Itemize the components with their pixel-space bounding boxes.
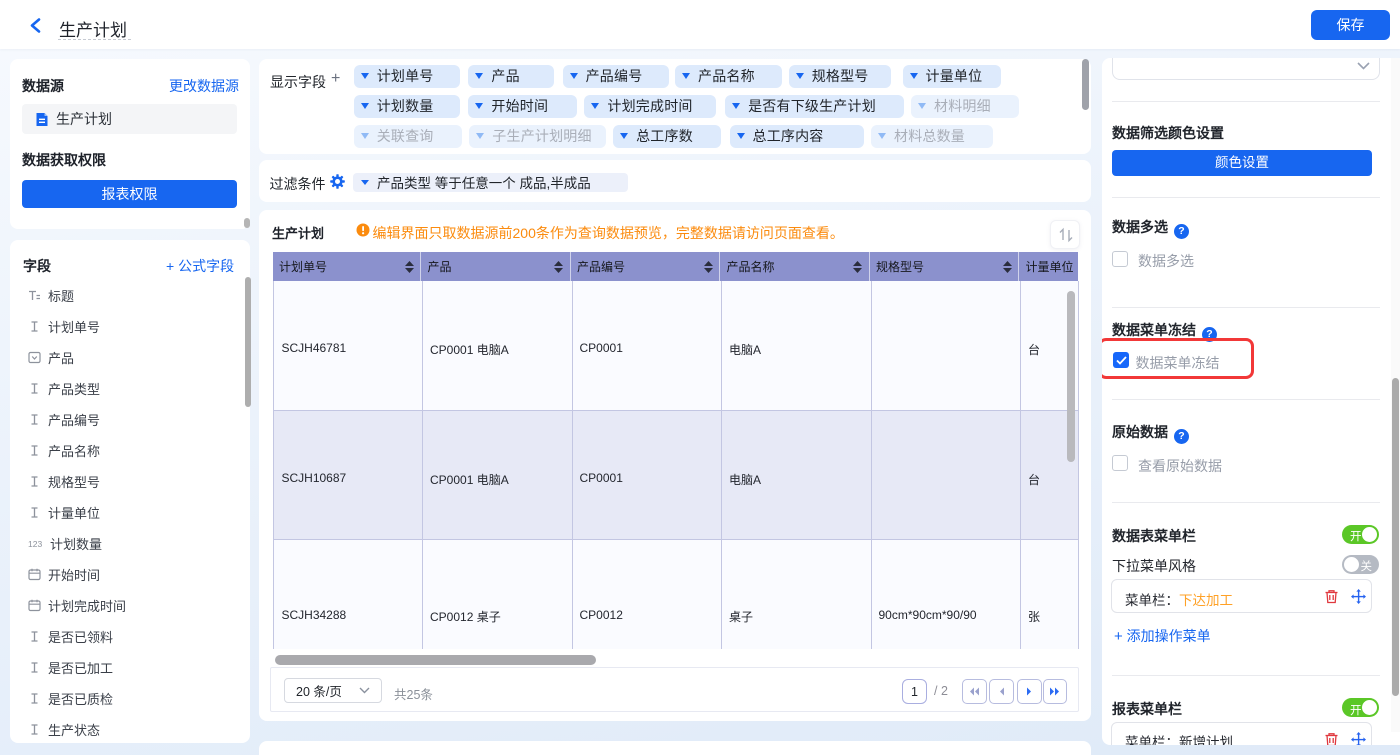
- svg-text:123: 123: [28, 539, 42, 549]
